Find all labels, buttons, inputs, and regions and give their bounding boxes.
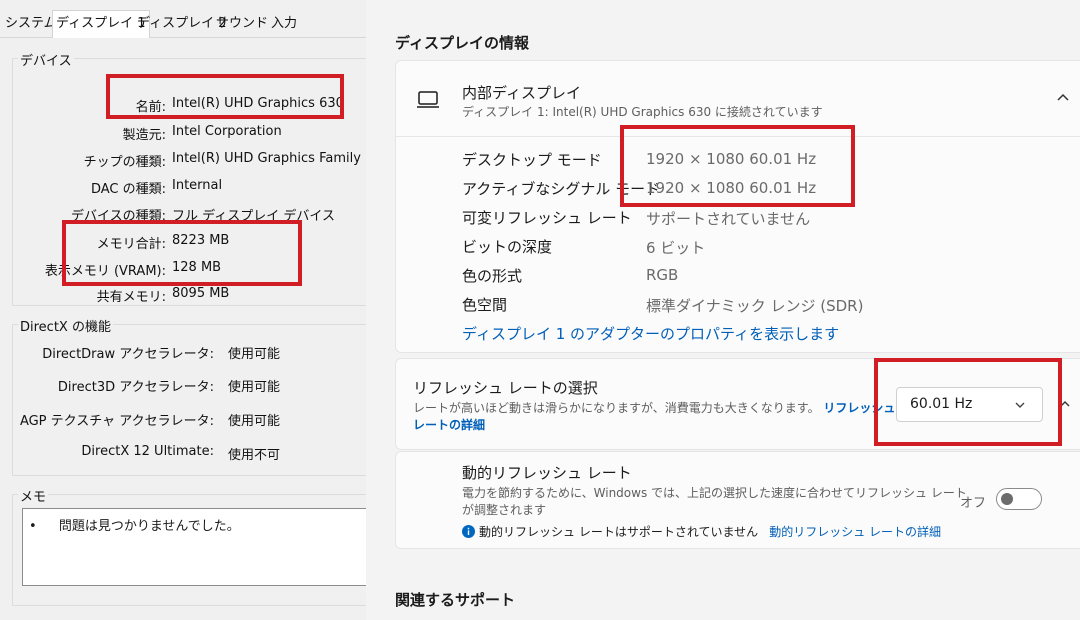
settings-window: ディスプレイの情報 内部ディスプレイ ディスプレイ 1: Intel(R) UH… [366, 0, 1080, 620]
refresh-rate-selected-value: 60.01 Hz [910, 396, 973, 412]
info-icon [462, 525, 475, 538]
chevron-down-icon [1015, 402, 1025, 408]
color-format-value: RGB [646, 266, 679, 284]
bullet-icon: • [29, 519, 37, 534]
chip-type-value: Intel(R) UHD Graphics Family [172, 151, 361, 166]
dac-type-value: Internal [172, 178, 223, 193]
adapter-properties-link[interactable]: ディスプレイ 1 のアダプターのプロパティを表示します [462, 323, 839, 344]
tab-system[interactable]: システム [2, 12, 60, 36]
tab-sound[interactable]: サウンド [213, 12, 271, 36]
device-name-label: 名前: [135, 100, 166, 115]
shared-memory-label: 共有メモリ: [96, 290, 166, 305]
memo-item-text: 問題は見つかりませんでした。 [58, 519, 240, 534]
desktop-mode-value: 1920 × 1080 60.01 Hz [646, 150, 817, 168]
dynamic-refresh-notice-row: 動的リフレッシュ レートはサポートされていません 動的リフレッシュ レートの詳細 [462, 521, 941, 540]
chip-type-label: チップの種類: [83, 155, 166, 170]
dx12-ultimate-value: 使用不可 [228, 448, 281, 463]
device-type-label: デバイスの種類: [71, 209, 166, 224]
chevron-up-icon[interactable] [1059, 398, 1071, 408]
dxdiag-window: システム ディスプレイ 1 ディスプレイ 2 サウンド 入力 デバイス 名前: … [0, 0, 366, 620]
vrr-label: 可変リフレッシュ レート [462, 209, 632, 227]
device-name-value: Intel(R) UHD Graphics 630 [172, 96, 344, 111]
dynamic-refresh-title: 動的リフレッシュ レート [462, 464, 632, 482]
directx-group-title: DirectX の機能 [18, 316, 113, 335]
desktop-mode-label: デスクトップ モード [462, 151, 602, 169]
dynamic-refresh-toggle-label: オフ [960, 496, 987, 511]
total-memory-value: 8223 MB [172, 233, 230, 248]
related-support-heading: 関連するサポート [395, 591, 516, 609]
dynamic-refresh-details-link[interactable]: 動的リフレッシュ レートの詳細 [769, 525, 941, 539]
refresh-rate-title: リフレッシュ レートの選択 [413, 379, 598, 397]
memo-item: • 問題は見つかりませんでした。 [29, 515, 240, 534]
vram-value: 128 MB [172, 260, 222, 275]
tab-input[interactable]: 入力 [268, 12, 300, 36]
chevron-up-icon[interactable] [1056, 92, 1070, 102]
color-space-label: 色空間 [462, 296, 508, 314]
refresh-rate-dropdown[interactable]: 60.01 Hz [896, 387, 1043, 422]
manufacturer-label: 製造元: [122, 128, 166, 143]
active-signal-mode-value: 1920 × 1080 60.01 Hz [646, 179, 817, 197]
active-signal-mode-label: アクティブなシグナル モード [462, 180, 661, 198]
vram-label: 表示メモリ (VRAM): [44, 264, 166, 279]
laptop-icon [417, 91, 439, 108]
monitor-title: 内部ディスプレイ [462, 84, 581, 102]
dac-type-label: DAC の種類: [90, 182, 166, 197]
refresh-rate-details-link-part2[interactable]: レートの詳細 [413, 418, 485, 432]
vrr-value: サポートされていません [646, 210, 811, 228]
tab-bar: システム ディスプレイ 1 ディスプレイ 2 サウンド 入力 [0, 10, 366, 38]
display-info-heading: ディスプレイの情報 [395, 34, 529, 52]
refresh-rate-desc-line2: レートの詳細 [413, 416, 485, 433]
refresh-rate-desc: レートが高いほど動きは滑らかになりますが、消費電力も大きくなります。 リフレッシ… [413, 399, 895, 416]
bit-depth-label: ビットの深度 [462, 238, 553, 256]
device-type-value: フル ディスプレイ デバイス [172, 209, 335, 224]
dynamic-refresh-desc-line1: 電力を節約するために、Windows では、上記の選択した速度に合わせてリフレッ… [462, 486, 967, 500]
dynamic-refresh-toggle[interactable] [996, 488, 1042, 510]
dynamic-refresh-notice: 動的リフレッシュ レートはサポートされていません [479, 525, 759, 539]
dynamic-refresh-desc-line2: が調整されます [462, 503, 547, 517]
memo-textbox[interactable]: • 問題は見つかりませんでした。 [22, 508, 366, 586]
direct3d-value: 使用可能 [228, 380, 281, 395]
toggle-knob [1001, 493, 1013, 505]
directdraw-label: DirectDraw アクセラレータ: [42, 347, 214, 362]
card-divider [396, 136, 1080, 137]
directdraw-value: 使用可能 [228, 347, 281, 362]
device-group-title: デバイス [18, 50, 74, 69]
bit-depth-value: 6 ビット [646, 239, 706, 257]
memo-group-title: メモ [18, 486, 49, 505]
direct3d-label: Direct3D アクセラレータ: [57, 380, 214, 395]
total-memory-label: メモリ合計: [96, 237, 166, 252]
color-space-value: 標準ダイナミック レンジ (SDR) [646, 297, 864, 315]
monitor-subtitle: ディスプレイ 1: Intel(R) UHD Graphics 630 に接続さ… [462, 105, 823, 119]
agp-label: AGP テクスチャ アクセラレータ: [19, 414, 214, 429]
shared-memory-value: 8095 MB [172, 286, 230, 301]
color-format-label: 色の形式 [462, 267, 523, 285]
refresh-rate-desc-text: レートが高いほど動きは滑らかになりますが、消費電力も大きくなります。 [413, 401, 820, 415]
manufacturer-value: Intel Corporation [172, 124, 282, 139]
refresh-rate-details-link-part1[interactable]: リフレッシュ [823, 401, 895, 415]
agp-value: 使用可能 [228, 414, 281, 429]
dx12-ultimate-label: DirectX 12 Ultimate: [81, 444, 214, 459]
